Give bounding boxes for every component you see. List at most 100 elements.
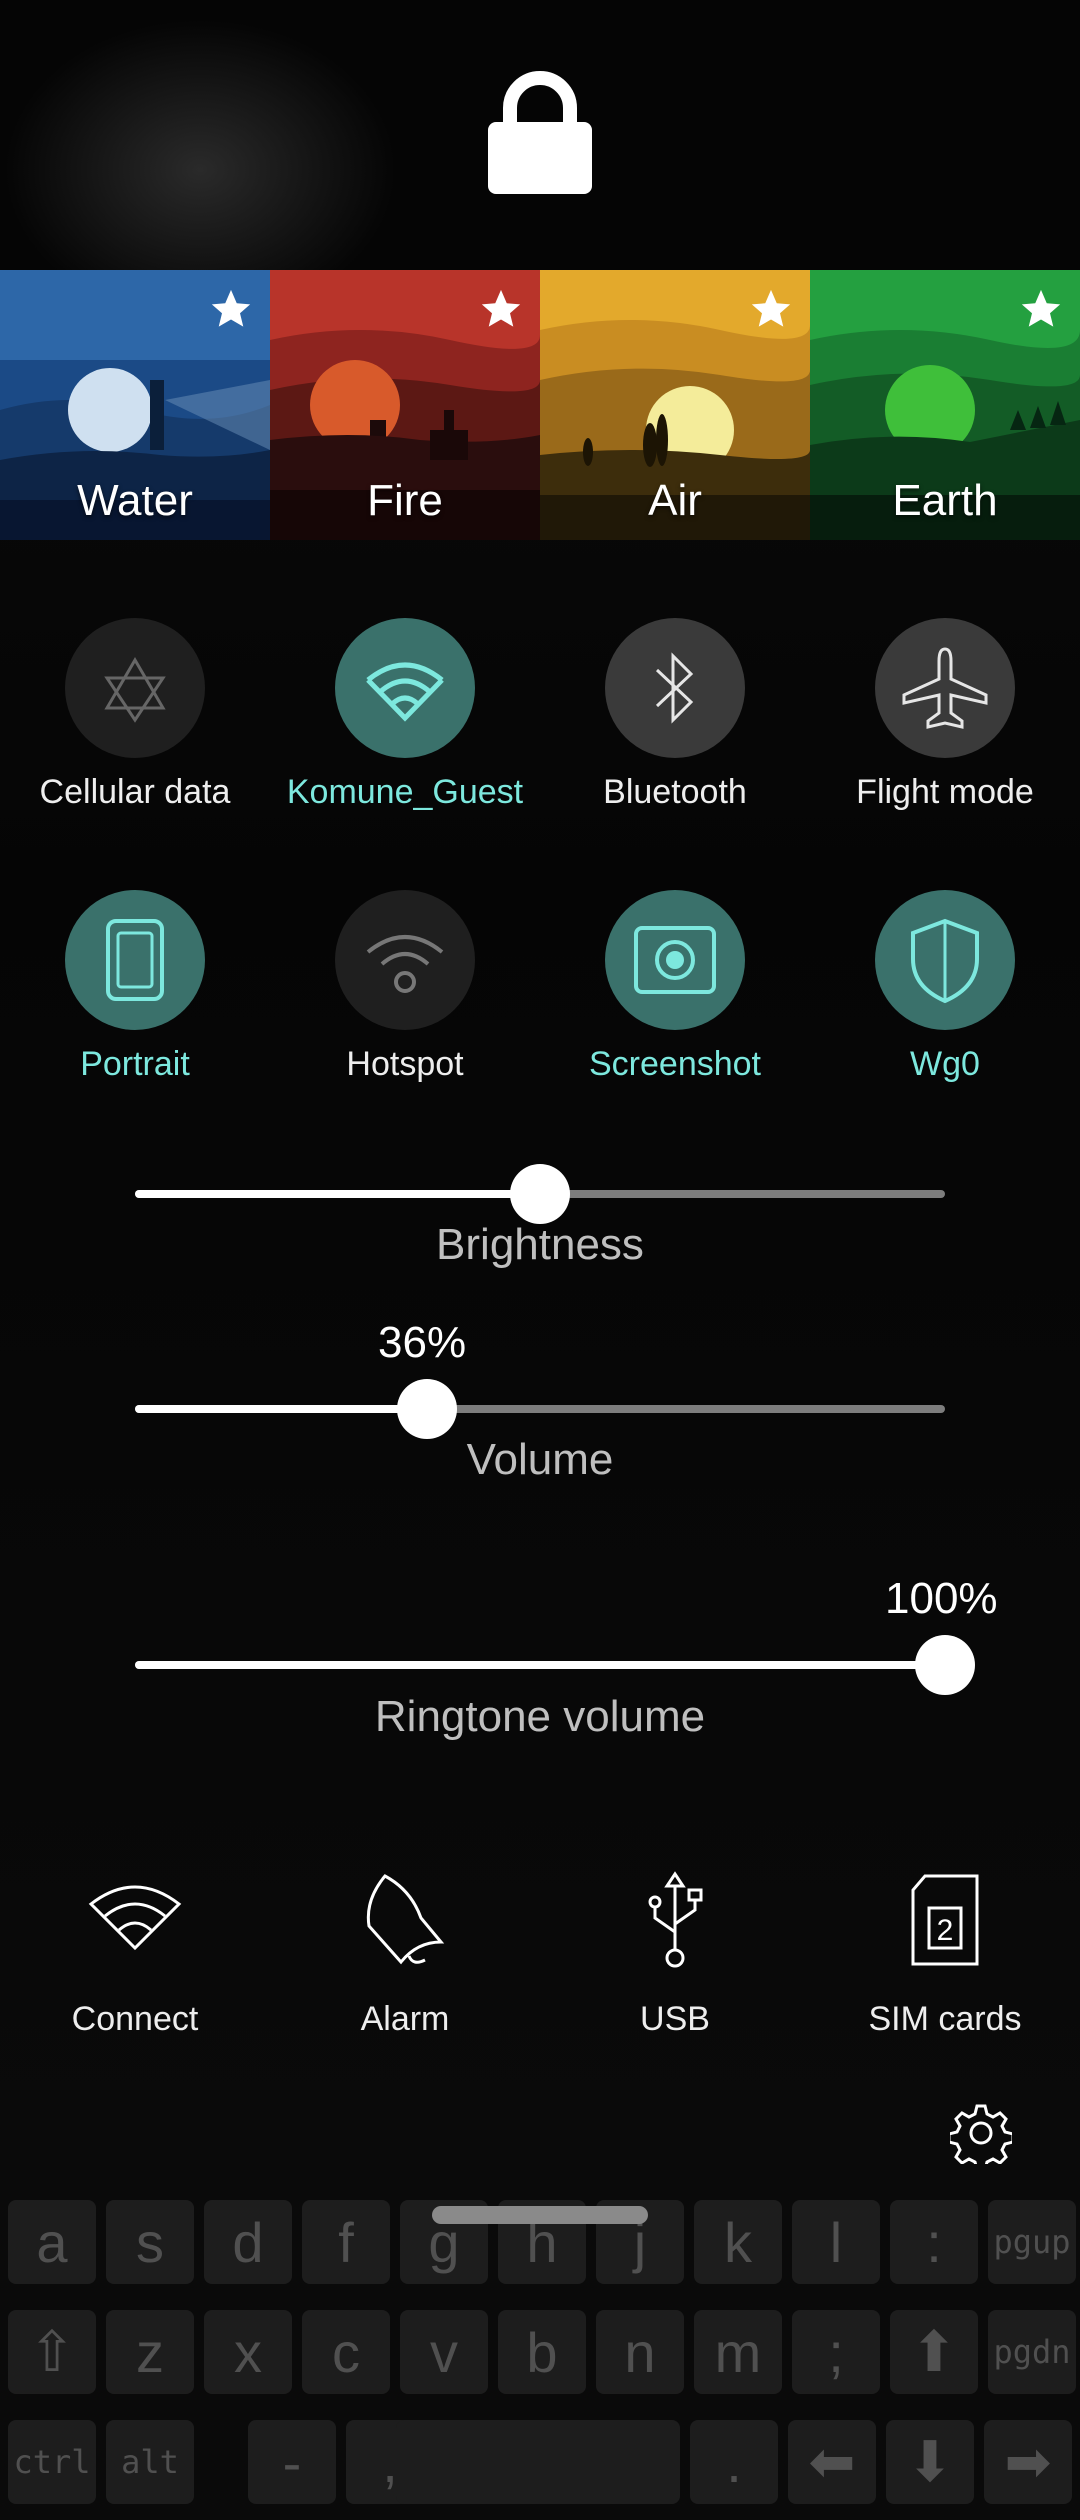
- key-⬆[interactable]: ⬆: [890, 2310, 978, 2394]
- ambience-favorites: Water Fire Air Earth: [0, 270, 1080, 540]
- key-s[interactable]: s: [106, 2200, 194, 2284]
- ringtone-volume-label: Ringtone volume: [374, 1692, 706, 1741]
- shortcut-sim-cards[interactable]: 2 SIM cards: [810, 1870, 1080, 2050]
- toggle-hotspot[interactable]: Hotspot: [270, 890, 540, 1090]
- connect-wifi-icon: [88, 1885, 182, 1951]
- shortcut-connect[interactable]: Connect: [0, 1870, 270, 2050]
- shortcut-label: USB: [640, 2000, 710, 2038]
- key-f[interactable]: f: [302, 2200, 390, 2284]
- toggle-screenshot[interactable]: Screenshot: [540, 890, 810, 1090]
- slider-handle[interactable]: [396, 1379, 457, 1439]
- brightness-slider[interactable]: [135, 1164, 945, 1224]
- key-d[interactable]: d: [204, 2200, 292, 2284]
- vpn-shield-icon: [911, 918, 979, 1004]
- key-c[interactable]: c: [302, 2310, 390, 2394]
- toggle-label: Cellular data: [39, 773, 231, 811]
- virtual-keyboard: a s d f g h j k l: pgup ⇧ z x c v b n m; ⬆ pgdn ctrl alt -,. ⬅ ⬇…: [0, 2200, 1080, 2520]
- toggle-portrait[interactable]: Portrait: [0, 890, 270, 1090]
- screenshot-icon: [634, 926, 716, 994]
- slider-fill: [135, 1661, 945, 1669]
- brightness-label: Brightness: [436, 1220, 644, 1269]
- wifi-icon: [366, 662, 444, 722]
- key-m[interactable]: m: [694, 2310, 782, 2394]
- toggle-flight-mode[interactable]: Flight mode: [810, 618, 1080, 818]
- flight-mode-icon: [902, 647, 988, 729]
- key-.[interactable]: .: [690, 2420, 778, 2504]
- volume-slider[interactable]: [135, 1379, 945, 1439]
- pulley-handle[interactable]: [432, 2206, 648, 2224]
- usb-icon: [648, 1871, 703, 1968]
- slider-fill: [135, 1405, 427, 1413]
- key-v[interactable]: v: [400, 2310, 488, 2394]
- hotspot-icon: [366, 935, 444, 993]
- key-⬇[interactable]: ⬇: [886, 2420, 974, 2504]
- key-pgup[interactable]: pgup: [988, 2200, 1076, 2284]
- cellular-data-icon: [104, 657, 166, 723]
- key-l[interactable]: l: [792, 2200, 880, 2284]
- slider-fill: [135, 1190, 540, 1198]
- shortcut-label: Alarm: [360, 2000, 450, 2038]
- sim-card-icon: 2: [911, 1874, 979, 1966]
- key-b[interactable]: b: [498, 2310, 586, 2394]
- bluetooth-icon: [655, 652, 694, 724]
- shortcut-alarm[interactable]: Alarm: [270, 1870, 540, 2050]
- key-➡[interactable]: ➡: [984, 2420, 1072, 2504]
- toggle-wg0[interactable]: Wg0: [810, 890, 1080, 1090]
- toggle-label: Flight mode: [856, 773, 1034, 811]
- key-:[interactable]: :: [890, 2200, 978, 2284]
- events-view-panel: Water Fire Air Earth Cellular data Komun…: [0, 0, 1080, 2220]
- key-pgdn[interactable]: pgdn: [988, 2310, 1076, 2394]
- key-x[interactable]: x: [204, 2310, 292, 2394]
- ambience-fire[interactable]: Fire: [270, 270, 540, 540]
- key-ctrl[interactable]: ctrl: [8, 2420, 96, 2504]
- slider-handle[interactable]: [510, 1164, 570, 1224]
- toggle-cellular-data[interactable]: Cellular data: [0, 618, 270, 818]
- key-;[interactable]: ;: [792, 2310, 880, 2394]
- slider-handle[interactable]: [915, 1635, 975, 1695]
- key-n[interactable]: n: [596, 2310, 684, 2394]
- ambience-earth[interactable]: Earth: [810, 270, 1080, 540]
- ambience-label: Fire: [367, 476, 443, 525]
- shortcut-label: SIM cards: [868, 2000, 1022, 2038]
- alarm-bell-icon: [366, 1874, 445, 1965]
- toggle-label: Komune_Guest: [286, 773, 524, 811]
- toggle-label: Bluetooth: [603, 773, 747, 811]
- toggle-label: Portrait: [80, 1045, 190, 1083]
- toggle-circle[interactable]: [65, 618, 205, 758]
- star-icon: [751, 289, 791, 327]
- ringtone-volume-slider[interactable]: [135, 1635, 975, 1695]
- toggle-circle[interactable]: [875, 890, 1015, 1030]
- toggle-circle[interactable]: [335, 618, 475, 758]
- key--[interactable]: -: [248, 2420, 336, 2504]
- star-icon: [481, 289, 521, 327]
- ambience-label: Earth: [892, 476, 998, 525]
- key-a[interactable]: a: [8, 2200, 96, 2284]
- toggle-bluetooth[interactable]: Bluetooth: [540, 618, 810, 818]
- key-⬅[interactable]: ⬅: [788, 2420, 876, 2504]
- toggle-circle[interactable]: [605, 618, 745, 758]
- toggle-circle[interactable]: [605, 890, 745, 1030]
- shortcut-usb[interactable]: USB: [540, 1870, 810, 2050]
- lock-icon[interactable]: [488, 70, 592, 194]
- toggle-wifi[interactable]: Komune_Guest: [270, 618, 540, 818]
- toggle-circle[interactable]: [335, 890, 475, 1030]
- toggle-circle[interactable]: [875, 618, 1015, 758]
- key-z[interactable]: z: [106, 2310, 194, 2394]
- key-k[interactable]: k: [694, 2200, 782, 2284]
- settings-gear-icon[interactable]: [950, 2102, 1012, 2164]
- toggle-circle[interactable]: [65, 890, 205, 1030]
- star-icon: [1021, 289, 1061, 327]
- ambience-label: Water: [77, 476, 193, 525]
- ambience-air[interactable]: Air: [540, 270, 810, 540]
- key-⇧[interactable]: ⇧: [8, 2310, 96, 2394]
- volume-value: 36%: [378, 1318, 467, 1367]
- key-space[interactable]: [396, 2420, 680, 2504]
- sim-badge: 2: [937, 1914, 954, 1947]
- volume-label: Volume: [466, 1435, 614, 1484]
- toggle-label: Wg0: [910, 1045, 980, 1083]
- toggle-label: Screenshot: [589, 1045, 761, 1083]
- shortcut-label: Connect: [71, 2000, 199, 2038]
- ambience-label: Air: [648, 476, 702, 525]
- key-alt[interactable]: alt: [106, 2420, 194, 2504]
- ambience-water[interactable]: Water: [0, 270, 270, 540]
